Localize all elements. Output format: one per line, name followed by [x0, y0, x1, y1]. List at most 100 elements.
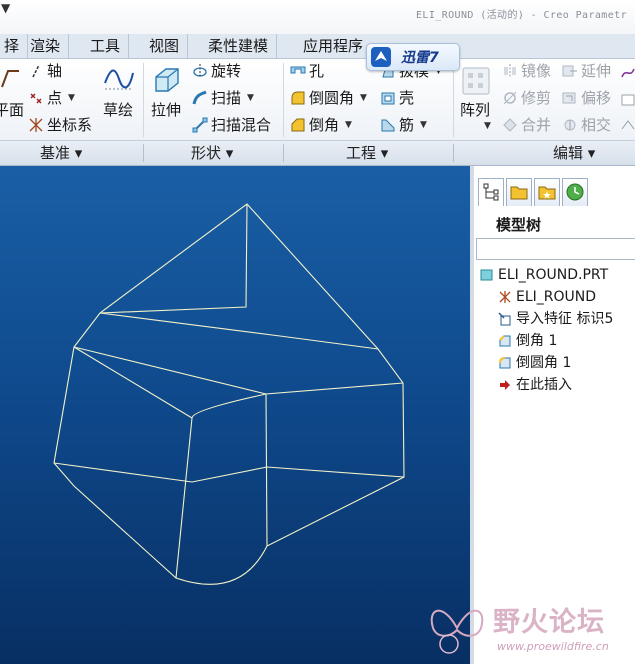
shell-label: 壳 — [399, 89, 415, 107]
revolve-button[interactable]: 旋转 — [192, 59, 241, 83]
merge-button[interactable]: 合并 — [502, 113, 551, 137]
round-dropdown-icon[interactable]: ▼ — [360, 86, 367, 110]
extend-button[interactable]: 延伸 — [562, 59, 611, 83]
group-engineering[interactable]: 工程 ▾ — [346, 141, 388, 165]
tab-applications[interactable]: 应用程序 — [295, 34, 371, 58]
tab-tools[interactable]: 工具 — [82, 34, 130, 58]
rib-label: 筋 — [399, 116, 415, 134]
trim-icon — [503, 91, 517, 105]
point-label: 点 — [47, 89, 63, 107]
tab-history[interactable] — [562, 178, 588, 206]
watermark-url: www.proewildfire.cn — [497, 640, 609, 653]
chamfer-icon — [499, 335, 511, 347]
tree-item-label: ELI_ROUND — [516, 289, 597, 305]
tree-icon — [483, 183, 499, 201]
sweep-label: 扫描 — [211, 89, 242, 107]
group-divider — [143, 144, 144, 162]
group-datum[interactable]: 基准 ▾ — [40, 141, 82, 165]
trim-button[interactable]: 修剪 — [502, 86, 551, 110]
csys-button[interactable]: 坐标系 — [28, 113, 92, 137]
offset-icon — [562, 92, 576, 104]
pattern-icon[interactable] — [462, 67, 490, 95]
intersect-button[interactable]: 相交 — [562, 113, 611, 137]
sweep-button[interactable]: 扫描 ▼ — [192, 86, 254, 110]
point-icon — [30, 93, 42, 104]
offset-button[interactable]: 偏移 — [562, 86, 611, 110]
tab-favorites[interactable] — [534, 178, 560, 206]
xunlei-bird-icon — [371, 47, 391, 67]
axis-label: 轴 — [47, 62, 63, 80]
round-label: 倒圆角 — [309, 89, 355, 107]
group-editing[interactable]: 编辑 ▾ — [553, 141, 595, 165]
chamfer-icon — [291, 118, 305, 132]
extrude-button[interactable]: 拉伸 — [151, 99, 181, 120]
mirror-button[interactable]: 镜像 — [502, 59, 551, 83]
tree-item-part[interactable]: ELI_ROUND.PRT — [480, 264, 608, 286]
shell-button[interactable]: 壳 — [380, 86, 414, 110]
rib-dropdown-icon[interactable]: ▼ — [420, 113, 427, 137]
trim-label: 修剪 — [521, 89, 552, 107]
shell-icon — [381, 92, 395, 105]
tree-item-import-feature[interactable]: 导入特征 标识5 — [498, 308, 613, 330]
sweep-icon — [192, 90, 207, 105]
model-tree-filter-box[interactable] — [476, 238, 635, 260]
window-title: ELI_ROUND (活动的) - Creo Parametr — [416, 10, 627, 21]
csys-label: 坐标系 — [47, 116, 93, 134]
tab-render[interactable]: 渲染 — [22, 34, 70, 58]
forum-watermark: 野火论坛 www.proewildfire.cn — [425, 596, 635, 664]
navigator-tabs — [474, 178, 635, 208]
point-button[interactable]: 点 ▼ — [28, 86, 75, 110]
extrude-icon[interactable] — [152, 65, 182, 95]
axis-icon — [32, 64, 40, 78]
tab-folders[interactable] — [506, 178, 532, 206]
group-divider — [283, 144, 284, 162]
history-icon — [566, 183, 584, 201]
chamfer-button[interactable]: 倒角 ▼ — [290, 113, 352, 137]
plane-button[interactable]: 平面 — [0, 99, 24, 120]
swept-blend-icon — [192, 117, 208, 133]
more-editing-tools-icon[interactable] — [620, 63, 635, 133]
rib-icon — [381, 119, 395, 132]
hole-icon — [290, 66, 306, 74]
chamfer-dropdown-icon[interactable]: ▼ — [345, 113, 352, 137]
ribbon-group-labels: 基准 ▾ 形状 ▾ 工程 ▾ 编辑 ▾ — [0, 140, 635, 166]
round-button[interactable]: 倒圆角 ▼ — [290, 86, 367, 110]
tab-flexible-modeling[interactable]: 柔性建模 — [200, 34, 278, 58]
rib-button[interactable]: 筋 ▼ — [380, 113, 427, 137]
sweep-dropdown-icon[interactable]: ▼ — [247, 86, 254, 110]
tree-item-label: 在此插入 — [516, 377, 572, 393]
revolve-icon — [193, 64, 207, 78]
tab-view[interactable]: 视图 — [141, 34, 189, 58]
tree-item-insert-here[interactable]: 在此插入 — [498, 374, 572, 396]
point-dropdown-icon[interactable]: ▼ — [68, 86, 75, 110]
sketch-button[interactable]: 草绘 — [103, 99, 133, 120]
quick-access-dropdown-icon[interactable]: ▼ — [1, 1, 10, 15]
tree-item-chamfer[interactable]: 倒角 1 — [498, 330, 557, 352]
pattern-dropdown-icon[interactable]: ▼ — [484, 121, 491, 131]
tree-item-label: ELI_ROUND.PRT — [498, 267, 609, 283]
tree-item-csys[interactable]: ELI_ROUND — [498, 286, 596, 308]
merge-label: 合并 — [521, 116, 552, 134]
axis-button[interactable]: 轴 — [28, 59, 62, 83]
sketch-icon[interactable] — [103, 65, 135, 93]
ribbon-divider — [143, 63, 144, 137]
plane-icon[interactable] — [0, 67, 20, 89]
pattern-button[interactable]: 阵列 — [460, 99, 490, 120]
group-shapes[interactable]: 形状 ▾ — [191, 141, 233, 165]
xunlei-badge[interactable]: 迅雷7 — [366, 43, 460, 71]
title-bar: ▼ ELI_ROUND (活动的) - Creo Parametr — [0, 0, 635, 34]
hole-label: 孔 — [309, 62, 325, 80]
csys-icon — [499, 291, 511, 303]
hole-button[interactable]: 孔 — [290, 59, 324, 83]
watermark-text: 野火论坛 — [493, 607, 605, 638]
model-tree-title: 模型树 — [496, 216, 542, 234]
tab-model-tree[interactable] — [478, 178, 504, 206]
ribbon: 平面 轴 点 ▼ 坐标系 草绘 拉伸 旋转 扫描 ▼ 扫描混合 孔 倒圆角 ▼ … — [0, 59, 635, 140]
extend-label: 延伸 — [581, 62, 612, 80]
folders-icon — [510, 186, 528, 200]
group-divider — [453, 144, 454, 162]
tree-item-round[interactable]: 倒圆角 1 — [498, 352, 571, 374]
swept-blend-button[interactable]: 扫描混合 — [192, 113, 271, 137]
graphics-viewport[interactable] — [0, 166, 470, 664]
revolve-label: 旋转 — [211, 62, 242, 80]
